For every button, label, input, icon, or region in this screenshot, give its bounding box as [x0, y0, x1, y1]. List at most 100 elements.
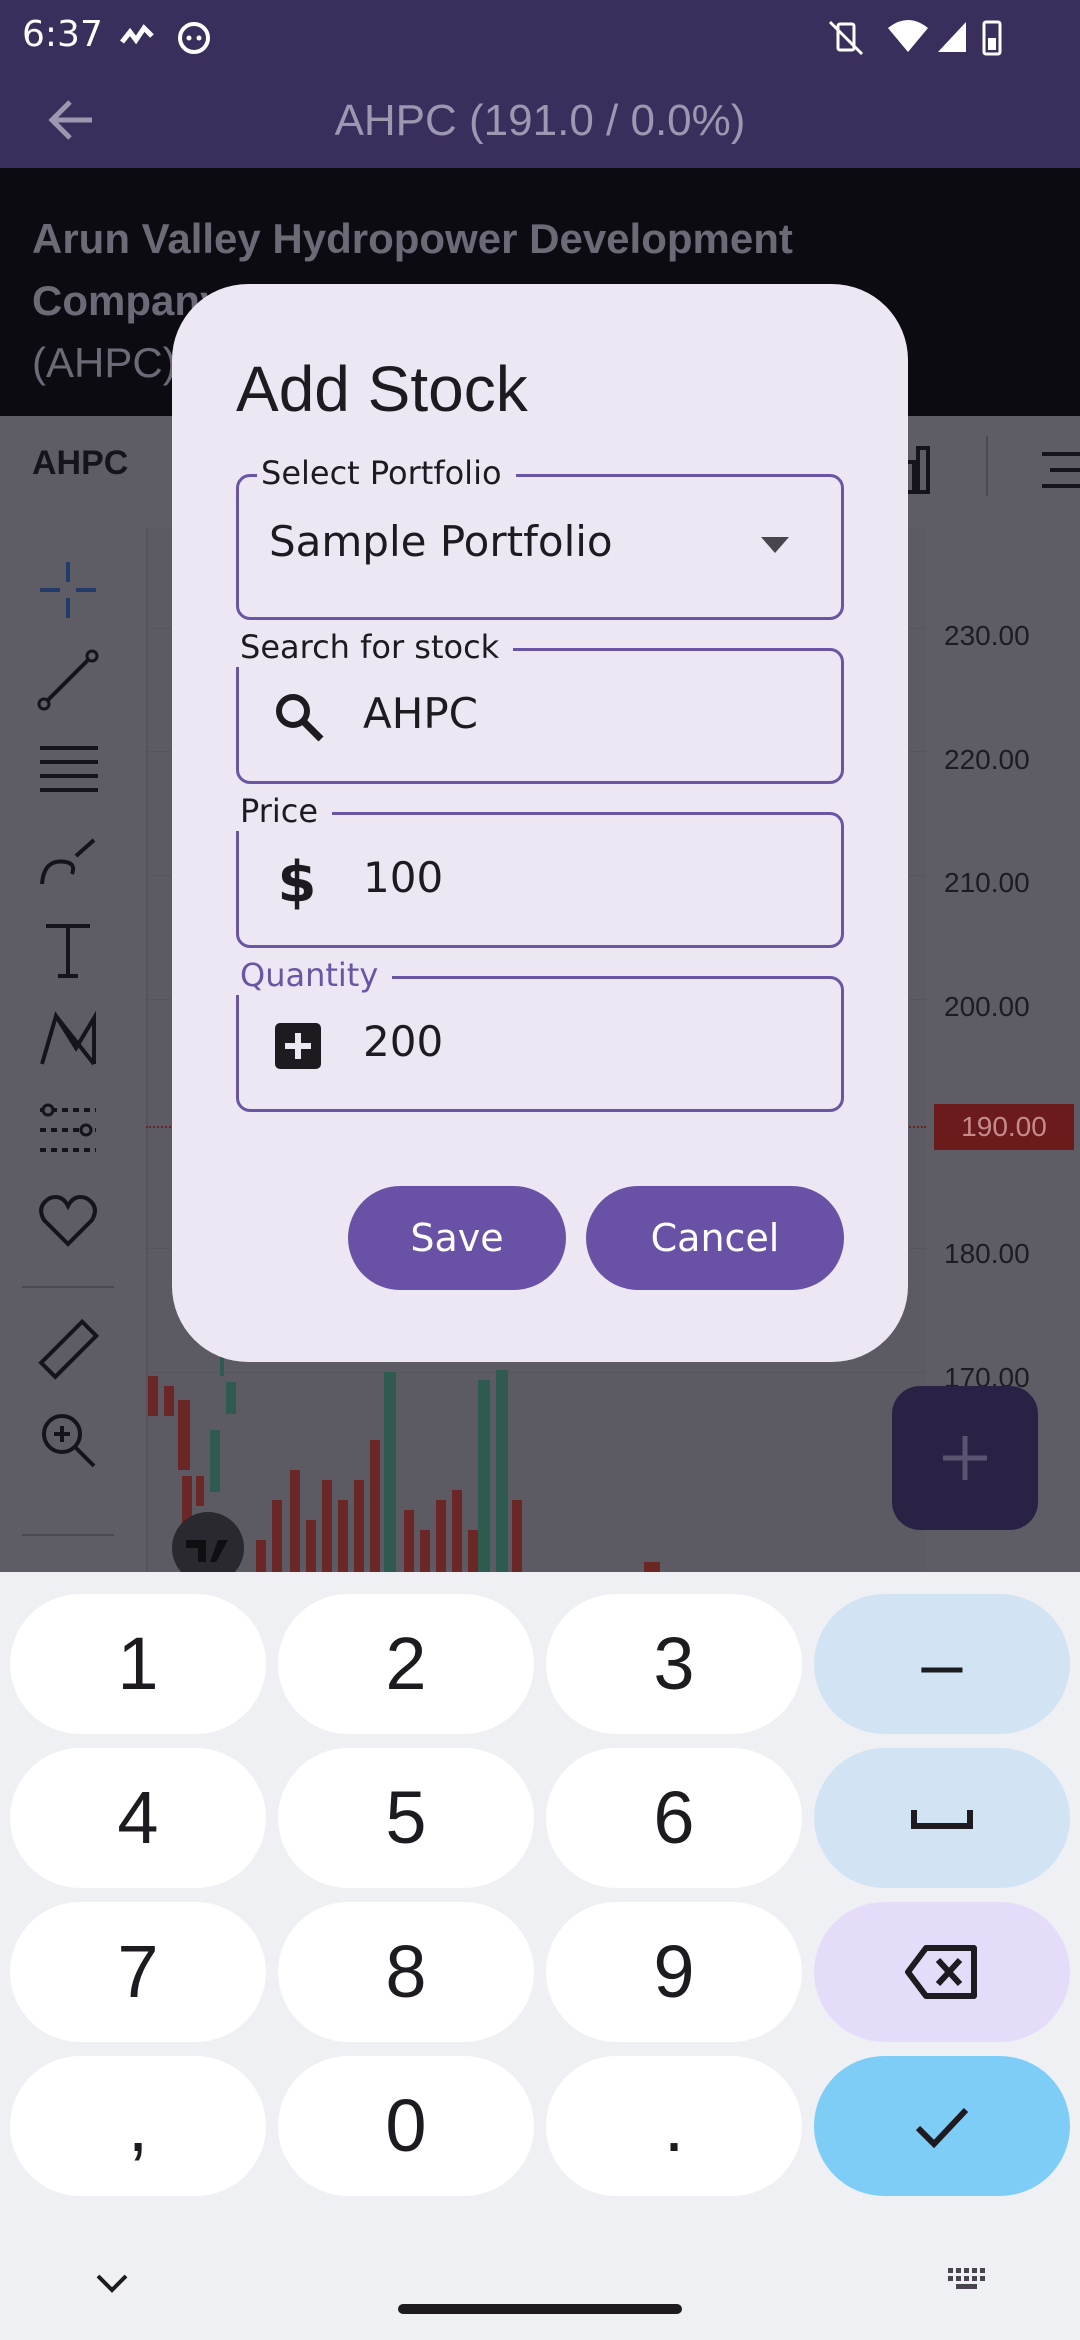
keyboard-icon[interactable] [946, 2264, 990, 2296]
company-name-line1: Arun Valley Hydropower Development [32, 215, 793, 262]
toolbar-divider-2 [22, 1534, 114, 1536]
chart-bar [404, 1510, 414, 1572]
key-6[interactable]: 6 [546, 1748, 802, 1888]
backspace-icon [905, 1945, 977, 1999]
zoom-in-icon[interactable] [36, 1408, 100, 1472]
key-0[interactable]: 0 [278, 2056, 534, 2196]
key-enter[interactable] [814, 2056, 1070, 2196]
chart-bar [226, 1382, 236, 1414]
battery-icon [982, 20, 1002, 56]
portfolio-select-value: Sample Portfolio [269, 517, 613, 566]
key-period[interactable]: . [546, 2056, 802, 2196]
price-label: Price [236, 791, 333, 831]
stock-search-field[interactable]: Search for stock AHPC [236, 627, 844, 784]
axis-tick: 210.00 [944, 867, 1030, 898]
forecast-icon[interactable] [36, 1098, 100, 1162]
stock-search-label: Search for stock [236, 627, 514, 667]
chart-bar [370, 1440, 380, 1572]
key-5[interactable]: 5 [278, 1748, 534, 1888]
app-bar: AHPC (191.0 / 0.0%) [0, 72, 1080, 168]
key-minus[interactable]: – [814, 1594, 1070, 1734]
key-2[interactable]: 2 [278, 1594, 534, 1734]
chart-bar [644, 1562, 660, 1572]
quantity-input[interactable]: 200 [363, 1017, 443, 1066]
text-tool-icon[interactable] [36, 918, 100, 982]
save-button[interactable]: Save [348, 1186, 566, 1290]
chart-bar [452, 1490, 462, 1572]
chart-header-divider [986, 436, 988, 496]
dialog-title: Add Stock [236, 353, 528, 425]
chart-bar [290, 1470, 300, 1572]
portfolio-select-label: Select Portfolio [257, 453, 516, 493]
trend-line-icon[interactable] [36, 648, 100, 712]
axis-tick: 220.00 [944, 744, 1030, 775]
key-comma[interactable]: , [10, 2056, 266, 2196]
pattern-icon[interactable] [36, 1008, 100, 1072]
grid-line [148, 1372, 928, 1373]
chart-bar [496, 1370, 508, 1572]
quantity-label: Quantity [236, 955, 393, 995]
cat-icon [178, 22, 210, 54]
chart-bar [272, 1500, 282, 1572]
check-icon [915, 2107, 969, 2149]
portfolio-select[interactable]: Select Portfolio Sample Portfolio [236, 453, 844, 620]
key-space[interactable] [814, 1748, 1070, 1888]
chevron-down-icon[interactable] [92, 2268, 132, 2296]
toolbar-divider [22, 1286, 114, 1288]
chart-bar [478, 1380, 490, 1572]
status-bar: 6:37 [0, 0, 1080, 72]
current-price-tag: 190.00 [934, 1104, 1074, 1150]
signal-icon [938, 22, 966, 52]
app-bar-title: AHPC (191.0 / 0.0%) [334, 96, 746, 145]
chart-bar [178, 1400, 190, 1470]
chart-bar [256, 1540, 266, 1572]
space-icon [911, 1810, 973, 1829]
quantity-field[interactable]: Quantity 200 [236, 955, 844, 1112]
add-fab[interactable] [892, 1386, 1038, 1530]
price-input[interactable]: 100 [363, 853, 443, 902]
status-time: 6:37 [22, 14, 103, 55]
ruler-icon[interactable] [36, 1318, 100, 1382]
heart-icon[interactable] [36, 1188, 100, 1252]
fib-retracement-icon[interactable] [36, 738, 100, 802]
chart-bar [220, 1356, 224, 1376]
price-field[interactable]: Price $ 100 [236, 791, 844, 948]
add-icon [943, 1436, 987, 1480]
chart-bar [148, 1376, 158, 1416]
key-1[interactable]: 1 [10, 1594, 266, 1734]
axis-tick: 230.00 [944, 620, 1030, 651]
chart-bar [420, 1530, 430, 1572]
key-7[interactable]: 7 [10, 1902, 266, 2042]
chart-bar [468, 1530, 478, 1572]
key-3[interactable]: 3 [546, 1594, 802, 1734]
chart-symbol[interactable]: AHPC [32, 444, 128, 483]
vibrate-off-icon [828, 20, 864, 56]
home-indicator [398, 2304, 682, 2314]
chart-bar [210, 1430, 220, 1492]
numeric-keyboard: 1 2 3 – 4 5 6 7 8 9 , 0 . [0, 1572, 1080, 2340]
crosshair-icon[interactable] [36, 558, 100, 622]
activity-icon [120, 24, 154, 45]
brush-icon[interactable] [36, 828, 100, 892]
dollar-icon: $ [279, 851, 315, 911]
key-9[interactable]: 9 [546, 1902, 802, 2042]
chart-bar [436, 1500, 446, 1572]
key-backspace[interactable] [814, 1902, 1070, 2042]
chart-bar [322, 1480, 332, 1572]
key-8[interactable]: 8 [278, 1902, 534, 2042]
cancel-button[interactable]: Cancel [586, 1186, 844, 1290]
axis-tick: 200.00 [944, 991, 1030, 1022]
menu-icon[interactable] [1036, 442, 1080, 502]
svg-text:$: $ [279, 851, 315, 911]
chart-bar [164, 1386, 174, 1416]
search-icon [276, 694, 324, 742]
chart-bar [196, 1476, 204, 1506]
chart-bar [338, 1500, 348, 1572]
stock-search-input[interactable]: AHPC [363, 689, 478, 738]
drawing-toolbar [0, 522, 136, 1572]
plus-box-icon [275, 1023, 321, 1069]
chart-bar [354, 1480, 364, 1572]
key-4[interactable]: 4 [10, 1748, 266, 1888]
axis-tick: 180.00 [944, 1238, 1030, 1269]
chart-bar [306, 1520, 316, 1572]
